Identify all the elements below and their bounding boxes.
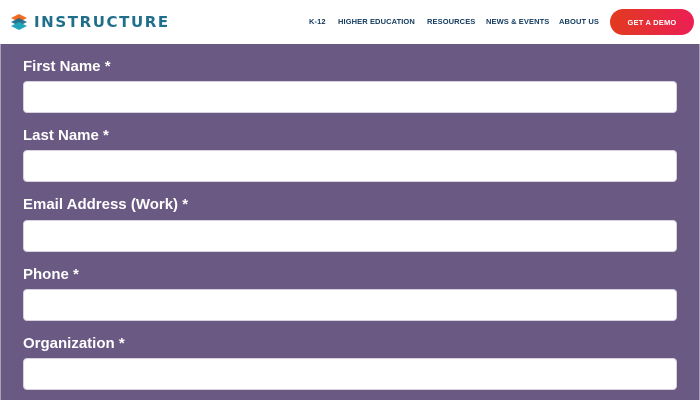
email-field[interactable] <box>23 220 677 252</box>
last-name-label: Last Name * <box>23 127 109 144</box>
last-name-field[interactable] <box>23 150 677 182</box>
main-nav: K-12 HIGHER EDUCATION RESOURCES NEWS & E… <box>0 17 700 29</box>
nav-item-k12[interactable]: K-12 <box>309 17 326 26</box>
email-label: Email Address (Work) * <box>23 196 189 213</box>
phone-field[interactable] <box>23 289 677 321</box>
nav-item-news-events[interactable]: NEWS & EVENTS <box>486 17 549 26</box>
first-name-label: First Name * <box>23 58 111 75</box>
organization-label: Organization * <box>23 335 125 352</box>
nav-item-about-us[interactable]: ABOUT US <box>559 17 599 26</box>
contact-form: First Name * Last Name * Email Address (… <box>0 44 700 400</box>
first-name-field[interactable] <box>23 81 677 113</box>
nav-item-resources[interactable]: RESOURCES <box>427 17 475 26</box>
phone-label: Phone * <box>23 266 79 283</box>
organization-field[interactable] <box>23 358 677 390</box>
site-header: INSTRUCTURE K-12 HIGHER EDUCATION RESOUR… <box>0 0 700 44</box>
get-a-demo-button[interactable]: GET A DEMO <box>610 9 694 35</box>
nav-item-higher-education[interactable]: HIGHER EDUCATION <box>338 17 415 26</box>
